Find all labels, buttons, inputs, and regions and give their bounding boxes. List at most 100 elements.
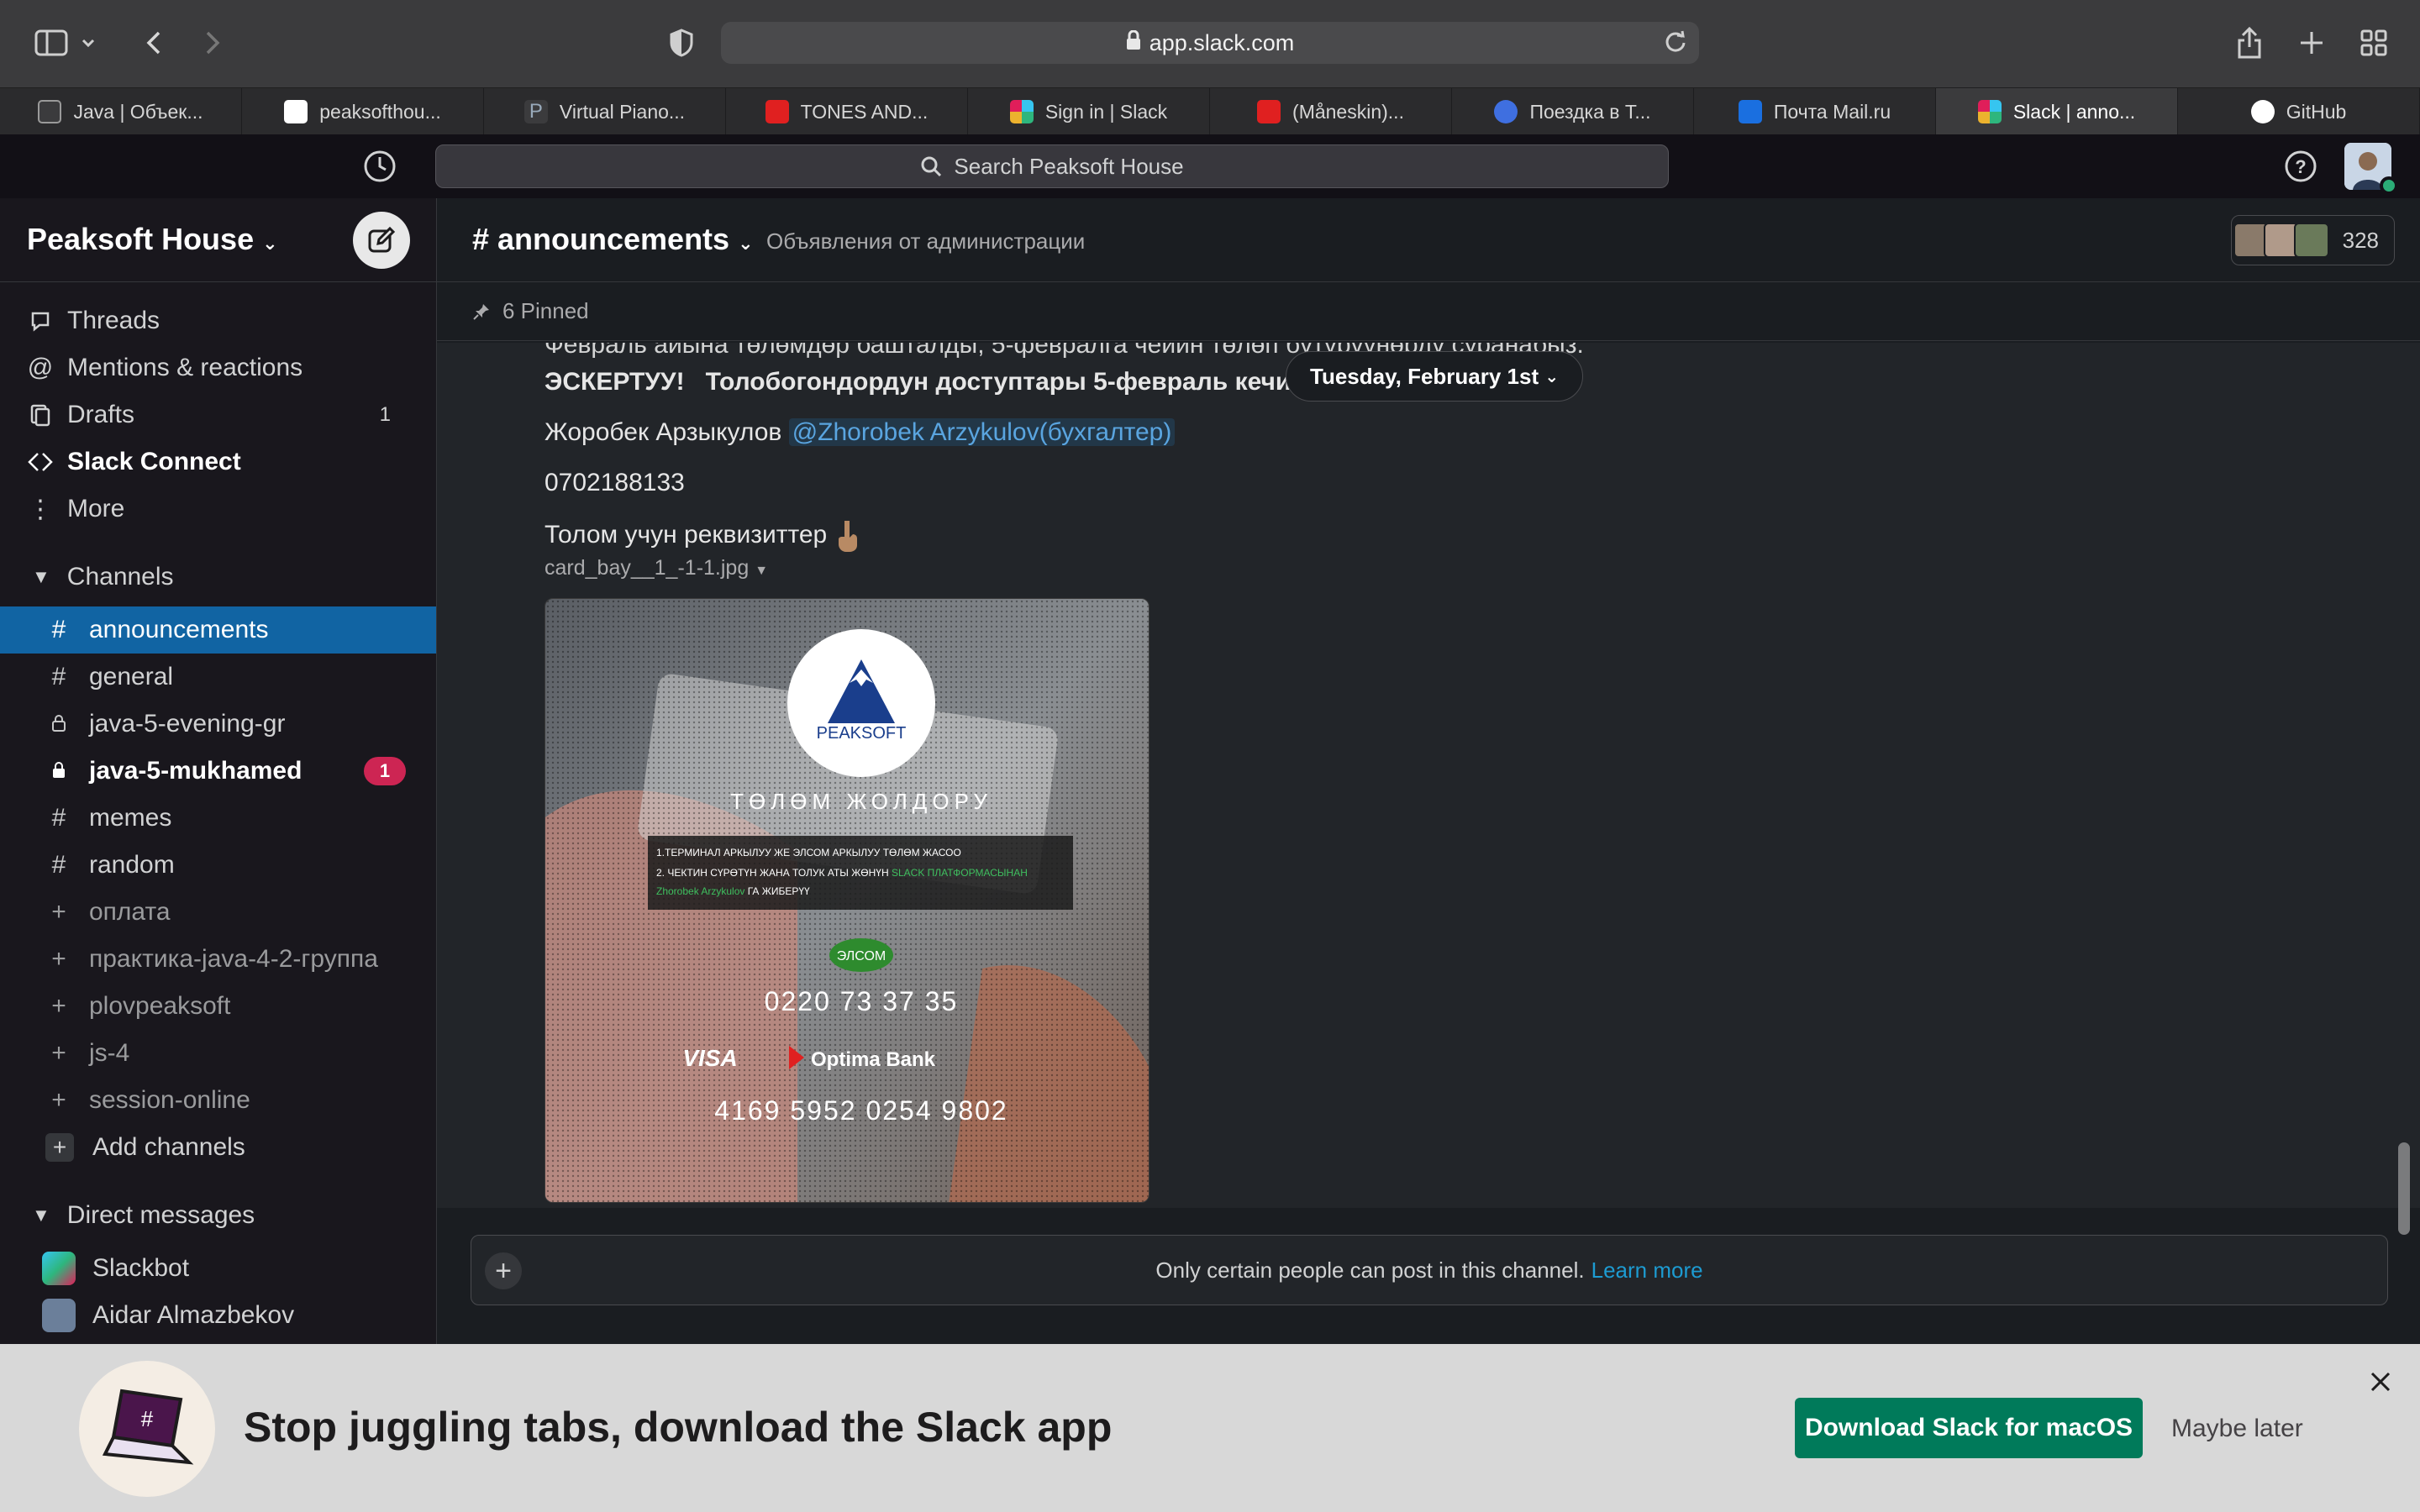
sidebar-item-praktika[interactable]: + практика-java-4-2-группа: [0, 936, 436, 983]
svg-text:?: ?: [2295, 156, 2306, 177]
close-icon[interactable]: [2366, 1368, 2395, 1396]
browser-tab[interactable]: (Måneskin)...: [1210, 88, 1452, 135]
pinned-bar[interactable]: 6 Pinned: [437, 282, 2420, 341]
lock-icon: [49, 757, 69, 785]
sidebar-item-more[interactable]: ⋮ More: [0, 486, 436, 533]
maybe-later-button[interactable]: Maybe later: [2171, 1415, 2303, 1443]
back-icon[interactable]: [133, 22, 175, 64]
avatar: [2293, 223, 2329, 258]
channel-name: memes: [89, 804, 172, 832]
browser-tab[interactable]: Sign in | Slack: [968, 88, 1210, 135]
browser-tab[interactable]: peaksofthou...: [242, 88, 484, 135]
sidebar-item-general[interactable]: # general: [0, 654, 436, 701]
github-icon: [2250, 100, 2275, 123]
section-label: Direct messages: [66, 1201, 255, 1229]
add-channels-label: Add channels: [92, 1133, 245, 1161]
dm-item-aidar[interactable]: Aidar Almazbekov: [0, 1292, 436, 1339]
pointing-down-emoji-icon: [834, 521, 861, 552]
channel-name: session-online: [89, 1086, 250, 1114]
sidebar-item-label: Slack Connect: [67, 448, 241, 475]
add-channels-button[interactable]: + Add channels: [0, 1124, 436, 1171]
chevron-down-icon: ⌄: [262, 233, 278, 254]
privacy-shield-icon[interactable]: [660, 22, 702, 64]
channels-section-toggle[interactable]: ▼ Channels: [0, 548, 436, 606]
message-text: ЭСКЕРТУУ! Толобогондордун доступтары 5-ф…: [544, 368, 1338, 396]
date-divider-button[interactable]: Tuesday, February 1st ⌄: [1286, 351, 1584, 402]
sidebar-item-plovpeaksoft[interactable]: + plovpeaksoft: [0, 983, 436, 1030]
download-button[interactable]: Download Slack for macOS: [1795, 1398, 2143, 1458]
help-icon[interactable]: ?: [2282, 148, 2319, 189]
plus-icon[interactable]: +: [485, 1252, 522, 1289]
tab-label: (Måneskin)...: [1292, 100, 1404, 123]
workspace-switcher[interactable]: Peaksoft House ⌄: [27, 222, 278, 257]
browser-tab[interactable]: Java | Объек...: [0, 88, 242, 135]
channel-name: plovpeaksoft: [89, 992, 231, 1020]
bank-name: Optima Bank: [811, 1048, 936, 1071]
sidebar-item-threads[interactable]: Threads: [0, 297, 436, 344]
channel-header: # announcements ⌄ Объявления от админист…: [437, 198, 2420, 282]
piano-icon: P: [523, 100, 548, 123]
hash-icon: #: [51, 851, 66, 879]
browser-tab[interactable]: Почта Mail.ru: [1694, 88, 1936, 135]
payment-card-image: PEAKSOFT ТӨЛӨМ ЖОЛДОРУ 1.ТЕРМИНАЛ АРКЫЛУ…: [545, 599, 1149, 1202]
composer-notice: Only certain people can post in this cha…: [1155, 1257, 1585, 1283]
sidebar-item-slack-connect[interactable]: Slack Connect: [0, 438, 436, 486]
sidebar-item-drafts[interactable]: Drafts 1: [0, 391, 436, 438]
card-instruction-3a: Zhorobek Arzykulov: [656, 885, 744, 897]
sidebar: Peaksoft House ⌄ Threads @ Mentions & rea…: [0, 198, 437, 1344]
history-icon[interactable]: [361, 148, 398, 189]
tab-label: GitHub: [2286, 100, 2347, 123]
reload-icon[interactable]: [1664, 30, 1687, 60]
members-button[interactable]: 328: [2230, 215, 2395, 265]
download-banner: # Stop juggling tabs, download the Slack…: [0, 1344, 2420, 1512]
learn-more-link[interactable]: Learn more: [1591, 1257, 1703, 1284]
browser-tab[interactable]: Поездка в Т...: [1452, 88, 1694, 135]
scrollbar[interactable]: [2398, 1142, 2410, 1235]
slack-top-bar: Search Peaksoft House ?: [0, 134, 2420, 198]
message-text: 0702188133: [544, 469, 685, 496]
forward-icon[interactable]: [192, 22, 234, 64]
sidebar-item-announcements[interactable]: # announcements: [0, 606, 436, 654]
more-icon: ⋮: [28, 495, 53, 523]
mailru-icon: [1738, 100, 1762, 123]
plus-icon: +: [51, 1039, 66, 1067]
tab-overview-icon[interactable]: [2353, 22, 2395, 64]
tab-label: peaksofthou...: [319, 100, 441, 123]
dm-item-slackbot[interactable]: Slackbot: [0, 1245, 436, 1292]
share-icon[interactable]: [2228, 22, 2270, 64]
new-tab-icon[interactable]: [2291, 22, 2333, 64]
sidebar-item-js-4[interactable]: + js-4: [0, 1030, 436, 1077]
sidebar-item-mentions[interactable]: @ Mentions & reactions: [0, 344, 436, 391]
browser-tab[interactable]: GitHub: [2178, 88, 2420, 135]
compose-button[interactable]: [353, 212, 410, 269]
search-placeholder: Search Peaksoft House: [954, 153, 1184, 179]
sidebar-item-java-5-evening-gr[interactable]: java-5-evening-gr: [0, 701, 436, 748]
user-mention[interactable]: @Zhorobek Arzykulov(бухгалтер): [788, 418, 1176, 446]
sidebar-item-session-online[interactable]: + session-online: [0, 1077, 436, 1124]
dm-name: Aidar Almazbekov: [92, 1301, 295, 1329]
browser-tab-active[interactable]: Slack | anno...: [1936, 88, 2178, 135]
card-heading: ТӨЛӨМ ЖОЛДОРУ: [730, 789, 992, 814]
file-name-button[interactable]: card_bay__1_-1-1.jpg ▼: [544, 556, 768, 580]
hash-icon: #: [51, 616, 66, 643]
lock-icon: [1126, 29, 1141, 56]
plus-icon: +: [51, 992, 66, 1020]
dm-section-toggle[interactable]: ▼ Direct messages: [0, 1186, 436, 1245]
message-text: Толом учун реквизиттер: [544, 519, 861, 553]
chevron-down-icon[interactable]: [76, 22, 101, 64]
search-icon: [921, 156, 942, 177]
browser-tab[interactable]: TONES AND...: [726, 88, 968, 135]
sidebar-item-oplata[interactable]: + оплата: [0, 889, 436, 936]
lock-icon: [49, 710, 69, 738]
sidebar-item-memes[interactable]: # memes: [0, 795, 436, 842]
search-input[interactable]: Search Peaksoft House: [435, 144, 1669, 188]
address-bar[interactable]: app.slack.com: [721, 22, 1699, 64]
browser-tab[interactable]: P Virtual Piano...: [484, 88, 726, 135]
channel-title-button[interactable]: # announcements ⌄: [472, 222, 754, 257]
sidebar-item-java-5-mukhamed[interactable]: java-5-mukhamed 1: [0, 748, 436, 795]
sidebar-toggle-icon[interactable]: [30, 22, 72, 64]
sidebar-item-random[interactable]: # random: [0, 842, 436, 889]
channel-name: java-5-evening-gr: [89, 710, 286, 738]
avatar: [42, 1299, 76, 1332]
image-attachment[interactable]: PEAKSOFT ТӨЛӨМ ЖОЛДОРУ 1.ТЕРМИНАЛ АРКЫЛУ…: [544, 598, 1150, 1203]
